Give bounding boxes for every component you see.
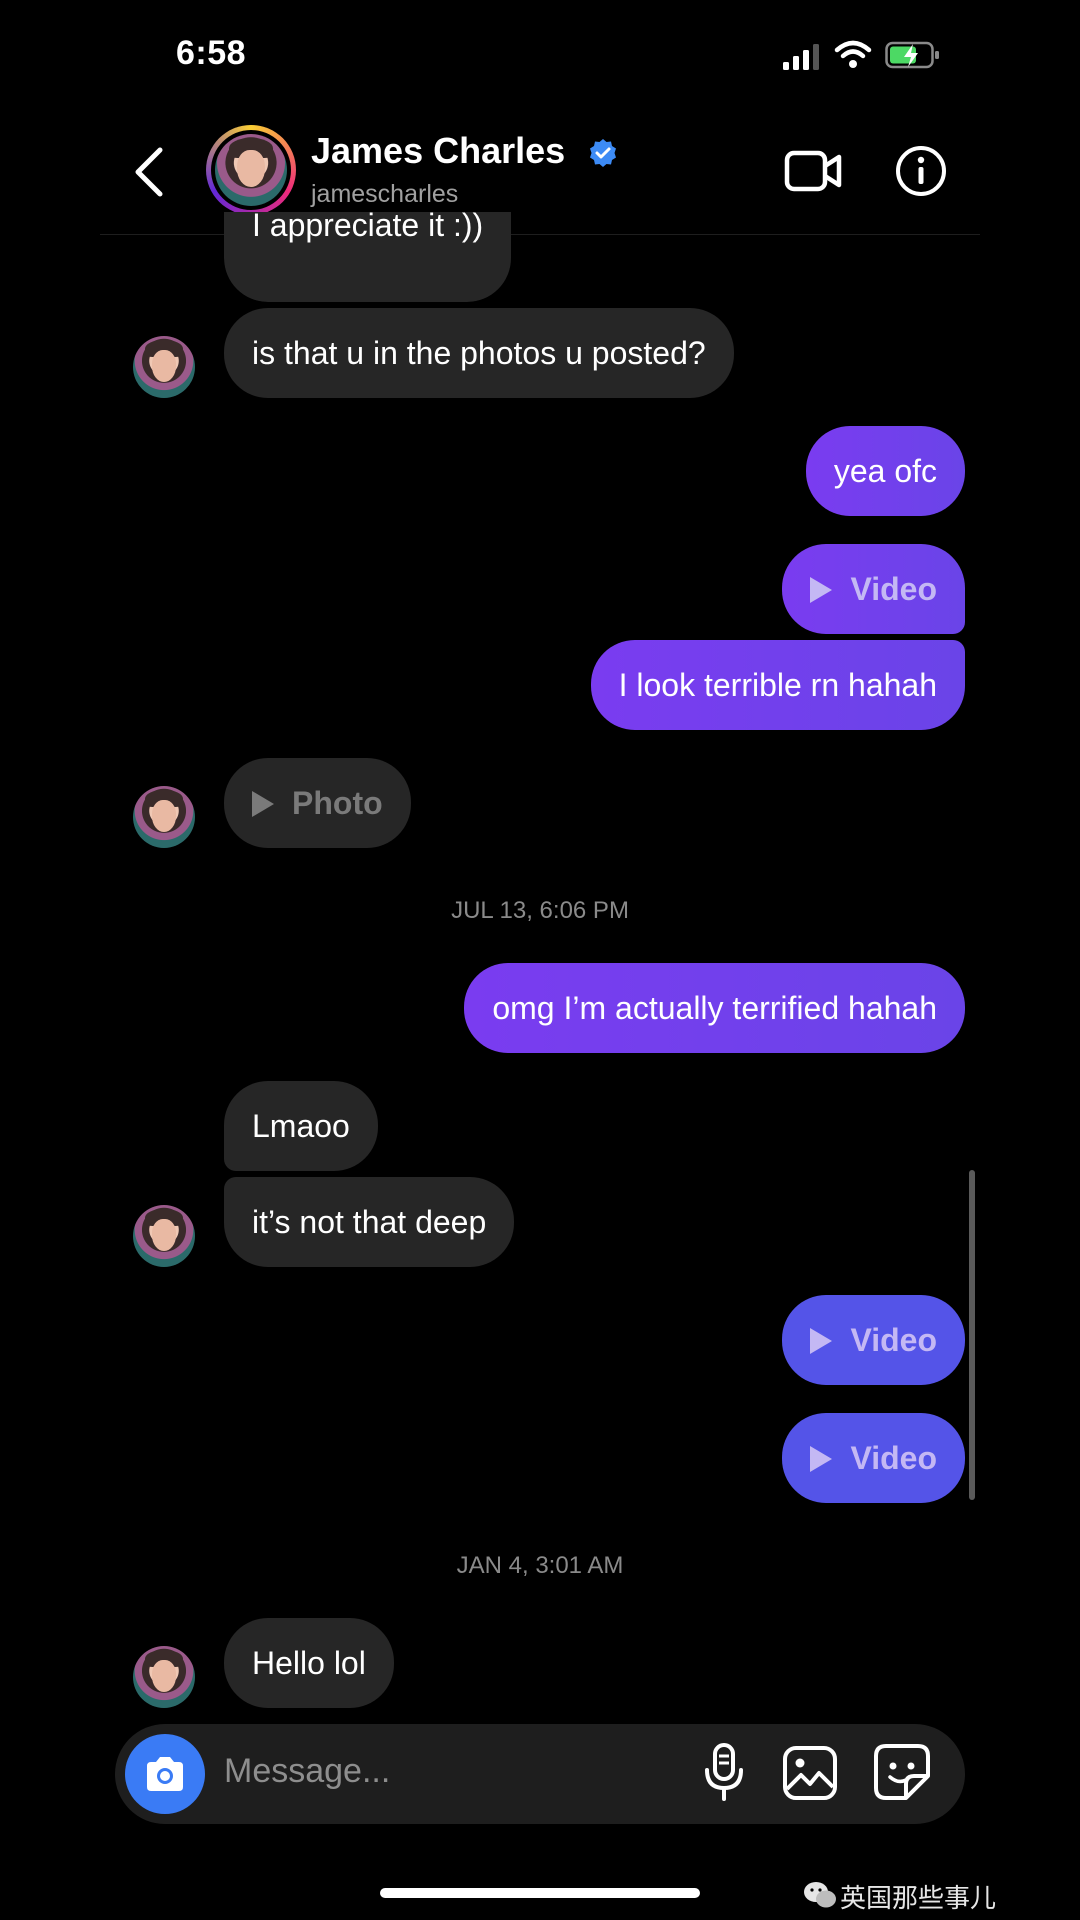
image-gallery-icon[interactable] — [782, 1745, 838, 1801]
status-time: 6:58 — [176, 34, 247, 72]
message-input[interactable]: Message... — [224, 1752, 390, 1791]
media-label: Video — [850, 1322, 937, 1358]
camera-button[interactable] — [125, 1734, 205, 1814]
contact-name[interactable]: James Charles — [311, 130, 565, 172]
cellular-signal-icon — [783, 44, 819, 70]
play-icon — [252, 791, 274, 817]
info-icon[interactable] — [895, 145, 947, 197]
scrollbar[interactable] — [969, 1170, 975, 1500]
verified-badge-icon — [590, 139, 616, 167]
home-indicator[interactable] — [380, 1888, 700, 1898]
message-text: I look terrible rn hahah — [618, 667, 937, 703]
message-bubble-incoming[interactable]: Hello lol — [224, 1618, 394, 1708]
back-chevron-icon[interactable] — [132, 146, 168, 198]
play-icon — [810, 1328, 833, 1354]
video-message-bubble[interactable]: Video — [782, 544, 965, 634]
message-text: Hello lol — [252, 1645, 366, 1681]
wechat-logo-icon — [804, 1882, 836, 1908]
wifi-icon — [834, 40, 872, 68]
photo-message-bubble[interactable]: Photo — [224, 758, 411, 848]
avatar-image — [215, 134, 287, 206]
timestamp: JUL 13, 6:06 PM — [451, 897, 629, 924]
message-bubble-outgoing[interactable]: I look terrible rn hahah — [590, 640, 965, 730]
message-text: Lmaoo — [252, 1108, 350, 1144]
play-icon — [810, 577, 833, 603]
message-bubble-incoming[interactable]: Lmaoo — [224, 1081, 378, 1171]
sender-avatar[interactable] — [133, 1205, 195, 1267]
message-bubble-incoming[interactable]: is that u in the photos u posted? — [224, 308, 734, 398]
contact-handle: jamescharles — [311, 180, 459, 208]
sender-avatar[interactable] — [133, 786, 195, 848]
profile-avatar[interactable] — [206, 125, 296, 215]
message-text: yea ofc — [833, 453, 937, 489]
sticker-icon[interactable] — [872, 1742, 932, 1802]
video-message-bubble[interactable]: Video — [782, 1413, 965, 1503]
battery-charging-icon — [885, 41, 939, 69]
message-bubble-incoming[interactable]: it’s not that deep — [224, 1177, 515, 1267]
message-bubble-outgoing[interactable]: omg I’m actually terrified hahah — [464, 963, 965, 1053]
media-label: Photo — [292, 785, 383, 821]
watermark-text: 英国那些事儿 — [840, 1883, 997, 1913]
microphone-icon[interactable] — [700, 1742, 748, 1802]
message-bubble-incoming[interactable]: I appreciate it :)) — [224, 212, 512, 302]
message-text: it’s not that deep — [252, 1204, 487, 1240]
video-camera-icon[interactable] — [784, 146, 842, 196]
message-bubble-outgoing[interactable]: yea ofc — [805, 426, 965, 516]
sender-avatar[interactable] — [133, 336, 195, 398]
sender-avatar[interactable] — [133, 1646, 195, 1708]
timestamp: JAN 4, 3:01 AM — [456, 1552, 624, 1579]
camera-icon — [147, 1757, 183, 1791]
message-text: omg I’m actually terrified hahah — [492, 990, 937, 1026]
message-text: is that u in the photos u posted? — [252, 335, 706, 371]
message-text: I appreciate it :)) — [252, 207, 484, 243]
video-message-bubble[interactable]: Video — [782, 1295, 965, 1385]
play-icon — [810, 1446, 833, 1472]
media-label: Video — [850, 571, 937, 607]
media-label: Video — [850, 1440, 937, 1476]
